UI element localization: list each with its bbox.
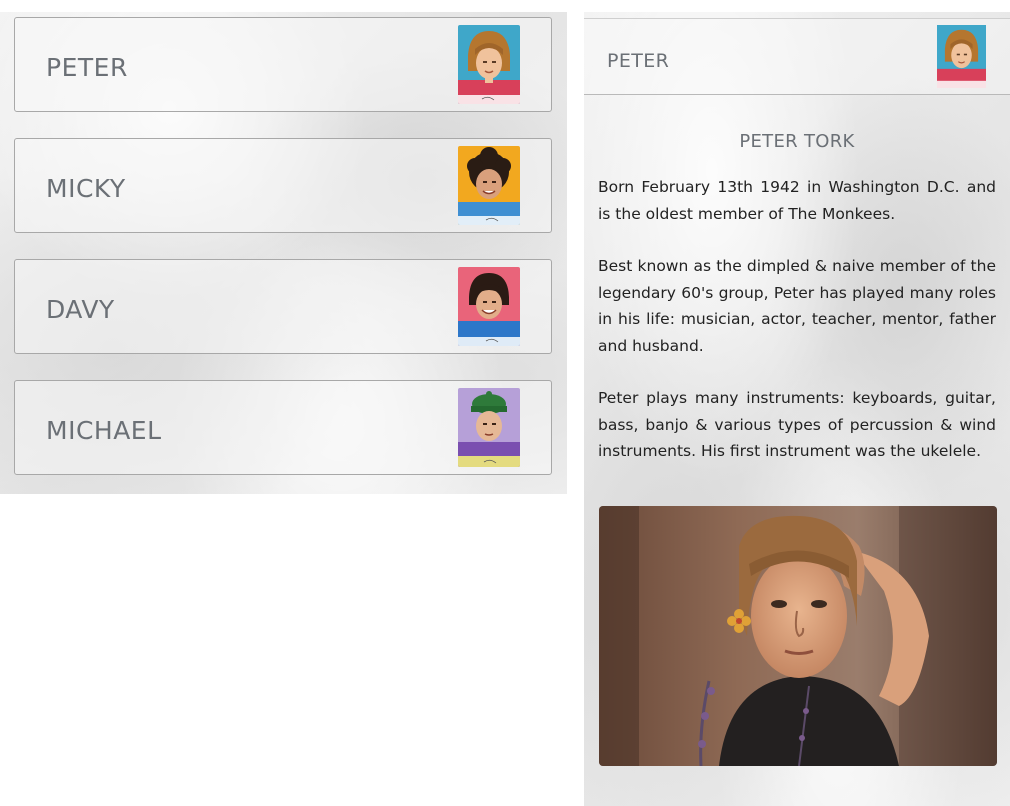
- bio-paragraph: Peter plays many instruments: keyboards,…: [598, 389, 996, 460]
- bio-paragraph: Best known as the dimpled & naive member…: [598, 257, 996, 355]
- member-card-peter[interactable]: PETER: [14, 17, 552, 112]
- peter-portrait-icon: [937, 25, 986, 88]
- member-name: DAVY: [46, 295, 115, 324]
- peter-portrait-icon: [458, 25, 520, 104]
- member-name: MICKY: [46, 174, 126, 203]
- davy-portrait-icon: [458, 267, 520, 346]
- member-card-davy[interactable]: DAVY: [14, 259, 552, 354]
- member-card-micky[interactable]: MICKY: [14, 138, 552, 233]
- bio-paragraph: Born February 13th 1942 in Washington D.…: [598, 178, 996, 223]
- peter-photo: [599, 506, 997, 766]
- member-name: MICHAEL: [46, 416, 162, 445]
- member-detail-screen: PETER PETER TORK Born February 13th 1942…: [584, 12, 1010, 806]
- member-card-michael[interactable]: MICHAEL: [14, 380, 552, 475]
- members-list-screen: PETER MICKY DAVY MICHAEL: [0, 12, 567, 494]
- detail-header-name: PETER: [607, 50, 670, 72]
- michael-portrait-icon: [458, 388, 520, 467]
- micky-portrait-icon: [458, 146, 520, 225]
- member-name: PETER: [46, 53, 128, 82]
- detail-header[interactable]: PETER: [584, 18, 1010, 95]
- detail-title: PETER TORK: [739, 131, 855, 152]
